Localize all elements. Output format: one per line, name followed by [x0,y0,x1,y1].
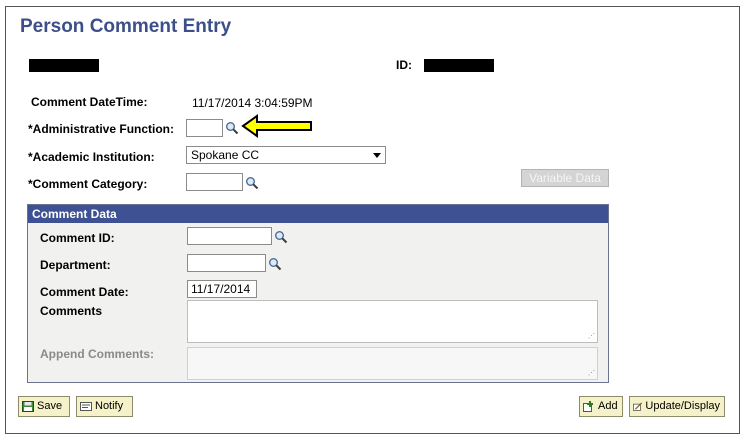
academic-institution-select[interactable]: Spokane CC [186,146,386,164]
notify-icon [80,402,92,411]
academic-institution-label: *Academic Institution: [28,150,155,164]
comment-id-label: Comment ID: [40,231,115,245]
notify-button-label: Notify [95,400,124,412]
id-label: ID: [396,58,412,72]
resize-grip-icon[interactable]: ⋰ [588,333,595,340]
add-button-label: Add [598,400,618,412]
comment-id-input[interactable] [187,227,272,245]
department-input[interactable] [187,254,266,272]
update-display-button[interactable]: Update/Display [629,396,725,417]
save-button[interactable]: Save [18,396,70,417]
admin-function-label: *Administrative Function: [28,122,175,136]
department-lookup-icon[interactable] [268,257,282,271]
admin-function-lookup-icon[interactable] [225,121,239,135]
department-label: Department: [40,258,111,272]
append-comments-textarea: ⋰ [187,347,598,380]
append-comments-label: Append Comments: [40,347,154,361]
comment-category-lookup-icon[interactable] [245,176,259,190]
comment-date-input[interactable] [187,280,257,298]
comment-datetime-label: Comment DateTime: [31,95,148,109]
resize-grip-icon: ⋰ [588,370,595,377]
update-display-icon [633,402,643,411]
admin-function-input[interactable] [186,119,223,137]
comment-category-label: *Comment Category: [28,177,148,191]
academic-institution-value: Spokane CC [191,148,260,162]
update-display-button-label: Update/Display [645,400,720,412]
comment-data-header: Comment Data [28,205,608,223]
comment-category-input[interactable] [186,173,243,191]
comment-data-group: Comment Data Comment ID: Department: Com… [27,204,609,383]
page-title: Person Comment Entry [20,16,232,37]
comment-date-label: Comment Date: [40,285,129,299]
save-button-label: Save [37,400,63,412]
add-icon [583,401,593,412]
add-button[interactable]: Add [579,396,623,417]
variable-data-button[interactable]: Variable Data [521,169,609,187]
redacted-id [424,59,494,72]
comments-textarea[interactable]: ⋰ [187,300,598,343]
chevron-down-icon [373,153,381,158]
comment-datetime-value: 11/17/2014 3:04:59PM [192,96,313,110]
comment-id-lookup-icon[interactable] [274,230,288,244]
save-icon [22,401,34,412]
yellow-arrow-icon [241,114,312,138]
comments-label: Comments [40,304,103,318]
notify-button[interactable]: Notify [76,396,133,417]
redacted-name [29,59,99,72]
